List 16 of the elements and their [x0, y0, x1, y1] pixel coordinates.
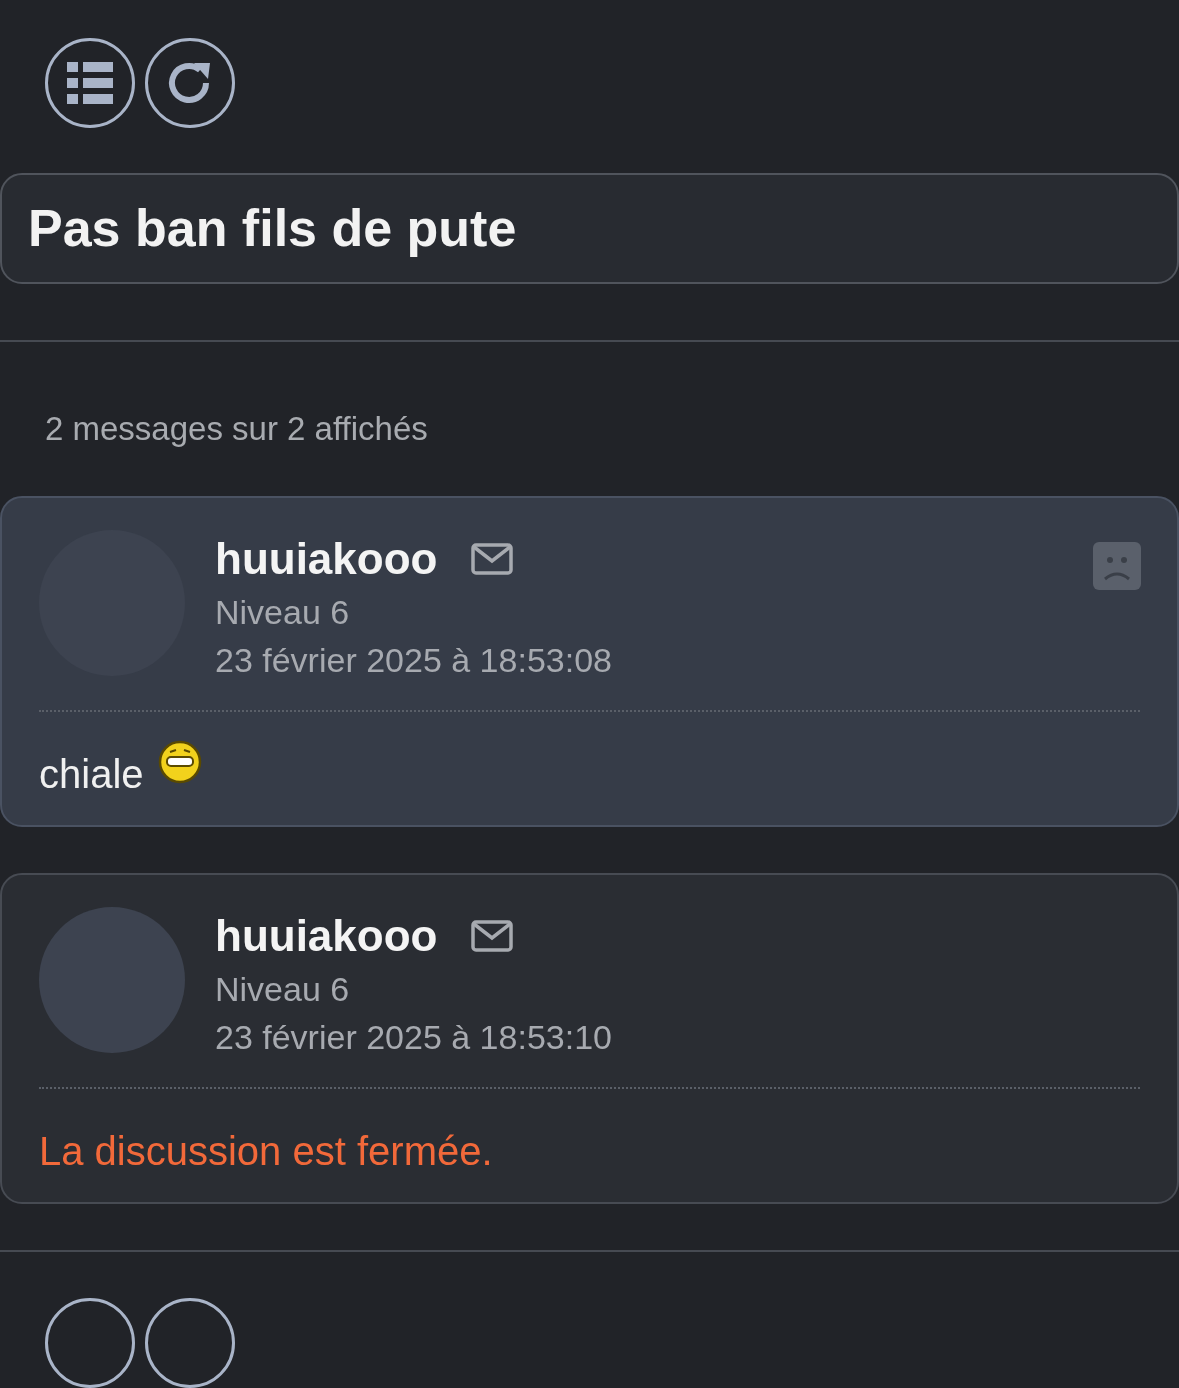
- refresh-button[interactable]: [145, 1298, 235, 1388]
- list-button[interactable]: [45, 38, 135, 128]
- envelope-icon[interactable]: [471, 919, 514, 952]
- list-button[interactable]: [45, 1298, 135, 1388]
- author-level: Niveau 6: [215, 968, 351, 1010]
- refresh-button[interactable]: [145, 38, 235, 128]
- post-date: 23 février 2025 à 18:53:10: [215, 1016, 612, 1058]
- envelope-icon[interactable]: [471, 542, 514, 575]
- post-date: 23 février 2025 à 18:53:08: [215, 639, 612, 681]
- topic-title: Pas ban fils de pute: [28, 198, 517, 259]
- closed-notice: La discussion est fermée.: [39, 1128, 493, 1174]
- author-name[interactable]: huuiakooo: [215, 910, 438, 961]
- message-text: chiale: [39, 751, 144, 797]
- author-name[interactable]: huuiakooo: [215, 533, 438, 584]
- message-count: 2 messages sur 2 affichés: [44, 408, 429, 449]
- author-level: Niveau 6: [215, 591, 351, 633]
